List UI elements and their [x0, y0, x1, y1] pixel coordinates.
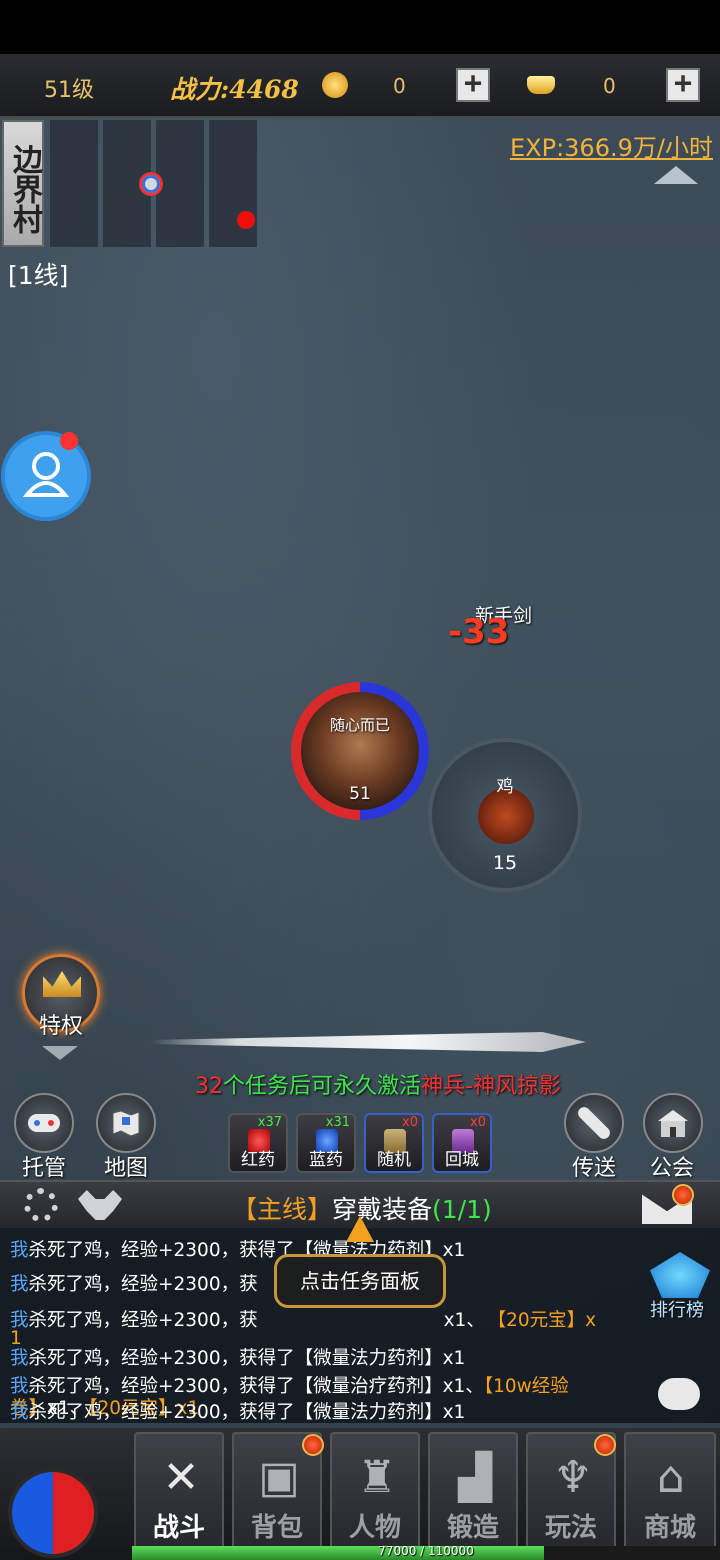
chat-line: 我杀死了鸡，经验+2300，获 — [10, 1274, 258, 1295]
player-name: 随心而已 — [329, 716, 390, 734]
tooltip-arrow-icon — [346, 1216, 374, 1242]
map-icon — [112, 1110, 140, 1137]
tab-label: 背包 — [250, 1513, 303, 1543]
potion-slot-blue[interactable]: x31 蓝药 — [296, 1113, 356, 1173]
tab-label: 人物 — [348, 1513, 401, 1543]
yin-yang-skill-icon[interactable] — [8, 1468, 98, 1558]
shop-icon: ⌂ — [657, 1452, 685, 1503]
combat-power: 战力:4468 — [170, 75, 299, 104]
potion-count: x31 — [325, 1115, 350, 1130]
scroll-icon — [575, 1104, 613, 1142]
profile-button[interactable] — [1, 431, 91, 521]
potion-slot-red[interactable]: x37 红药 — [228, 1113, 288, 1173]
gameplay-notification-dot — [594, 1434, 616, 1456]
potion-label: 蓝药 — [309, 1150, 343, 1170]
chat-bubble-icon[interactable] — [658, 1378, 700, 1410]
backpack-notification-dot — [302, 1434, 324, 1456]
potion-label: 红药 — [241, 1150, 275, 1170]
map-label: 地图 — [103, 1156, 148, 1181]
chat-line: 我杀死了鸡，经验+2300，获得了【微量法力药剂】x1 — [10, 1402, 466, 1423]
anvil-icon: ▟ — [458, 1452, 492, 1503]
ingot-count: 0 — [603, 74, 616, 98]
winged-sword-icon: ♆ — [553, 1452, 593, 1503]
player-level-badge: 51 — [349, 784, 371, 804]
helmet-icon: ♜ — [357, 1452, 397, 1503]
tab-label: 锻造 — [446, 1513, 499, 1543]
auto-battle-button[interactable] — [14, 1093, 74, 1153]
chevron-down-icon[interactable] — [42, 1046, 78, 1060]
crossed-swords-icon: ✕ — [162, 1452, 200, 1503]
privilege-label: 特权 — [38, 1014, 83, 1039]
backpack-icon: ▣ — [258, 1452, 300, 1503]
add-coins-button[interactable]: + — [456, 68, 490, 102]
return-scroll-slot[interactable]: x0 回城 — [432, 1113, 492, 1173]
chat-line: 我杀死了鸡，经验+2300，获 x1、 【20元宝】x — [10, 1310, 597, 1331]
add-ingots-button[interactable]: + — [666, 68, 700, 102]
player-level: 51级 — [44, 78, 94, 103]
guild-label: 公会 — [649, 1156, 694, 1181]
weapon-notice[interactable]: 32个任务后可永久激活神兵-神风掠影 — [195, 1068, 561, 1100]
item-label: 回城 — [445, 1150, 479, 1170]
castle-icon — [658, 1110, 688, 1137]
teleport-button[interactable] — [564, 1093, 624, 1153]
tab-label: 商城 — [643, 1513, 696, 1543]
minimap-cell[interactable] — [50, 120, 98, 247]
exp-rate[interactable]: EXP:366.9万/小时 — [510, 128, 713, 163]
server-line[interactable]: [1线] — [8, 256, 68, 292]
teleport-label: 传送 — [571, 1156, 616, 1181]
potion-count: x37 — [257, 1115, 282, 1130]
tab-label: 战斗 — [152, 1513, 205, 1543]
tab-label: 玩法 — [544, 1513, 597, 1543]
map-name[interactable]: 边界村 — [2, 120, 44, 247]
monster-marker-icon — [237, 211, 255, 229]
notification-dot — [60, 432, 78, 450]
auto-battle-label: 托管 — [21, 1156, 66, 1181]
gamepad-icon — [28, 1114, 60, 1132]
quest-panel-tooltip[interactable]: 点击任务面板 — [274, 1254, 446, 1308]
tab-shop[interactable]: ⌂ 商城 — [624, 1432, 716, 1554]
guild-button[interactable] — [643, 1093, 703, 1153]
minimap-cell[interactable] — [156, 120, 204, 247]
random-scroll-slot[interactable]: x0 随机 — [364, 1113, 424, 1173]
top-status-bar: 51级 战力:4468 0 + 0 + — [0, 54, 720, 118]
item-label: 随机 — [377, 1150, 411, 1170]
coin-icon — [322, 72, 348, 98]
crown-icon — [43, 971, 81, 997]
item-count: x0 — [402, 1115, 418, 1130]
map-button[interactable] — [96, 1093, 156, 1153]
tab-character[interactable]: ♜ 人物 — [330, 1432, 420, 1554]
tab-forge[interactable]: ▟ 锻造 — [428, 1432, 518, 1554]
player-marker-icon — [139, 172, 163, 196]
damage-number: -33 — [448, 612, 510, 652]
chat-line: 我杀死了鸡，经验+2300，获得了【微量法力药剂】x1 — [10, 1348, 466, 1369]
gear-icon[interactable] — [24, 1188, 58, 1222]
coin-count: 0 — [393, 74, 406, 98]
ingot-icon — [527, 76, 555, 94]
exp-bar-text: 77000 / 110000 — [378, 1544, 474, 1558]
mail-notification-dot — [672, 1184, 694, 1206]
item-count: x0 — [470, 1115, 486, 1130]
tab-battle[interactable]: ✕ 战斗 — [134, 1432, 224, 1554]
ranking-label[interactable]: 排行榜 — [650, 1296, 704, 1322]
monster-level: 15 — [492, 852, 518, 874]
monster-name: 鸡 — [496, 777, 514, 797]
collapse-up-icon[interactable] — [654, 166, 698, 184]
